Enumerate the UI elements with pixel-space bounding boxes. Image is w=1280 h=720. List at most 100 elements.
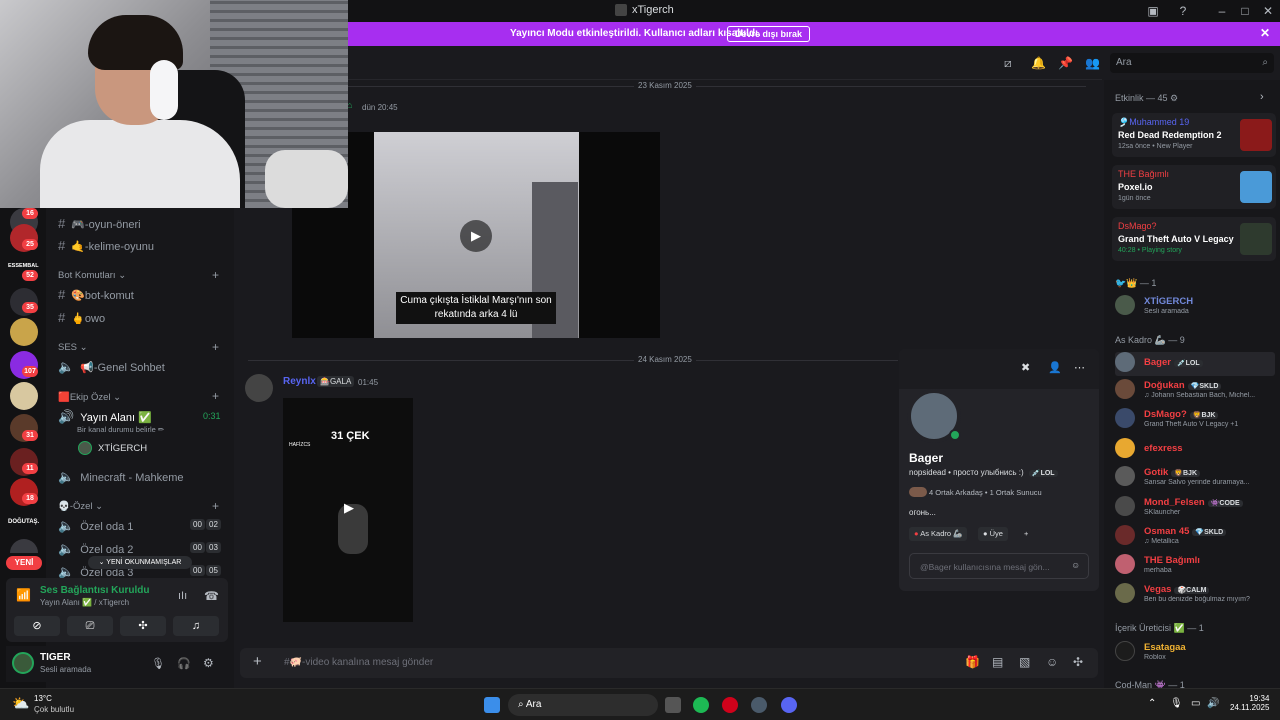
maximize-icon[interactable]: □ <box>1237 3 1253 19</box>
add-attachment-icon[interactable]: + <box>253 653 262 670</box>
new-unreads-button[interactable]: ⌄ YENİ OKUNMAMIŞLAR <box>88 556 192 569</box>
category-bot-komutlari[interactable]: Bot Komutları ⌄ <box>58 270 126 281</box>
video-attachment[interactable]: 31 ÇEK HAFİZCS ▶ <box>283 398 413 622</box>
search-input[interactable]: Ara ⌕ <box>1110 53 1274 73</box>
disable-streamer-mode-button[interactable]: Devre dışı bırak <box>727 26 811 42</box>
category-ozel[interactable]: 💀-Özel ⌄ <box>58 501 103 512</box>
member-item[interactable]: XTİGERCH Sesli aramada <box>1115 295 1275 319</box>
discord-icon[interactable] <box>781 697 797 713</box>
taskbar-search[interactable]: ⌕ Ara <box>508 694 658 716</box>
category-ekip-ozel[interactable]: 🟥Ekip Özel ⌄ <box>58 392 121 403</box>
mutual-info[interactable]: 4 Ortak Arkadaş • 1 Ortak Sunucu <box>929 488 1042 497</box>
activity-card[interactable]: 🎐Muhammed 19 Red Dead Redemption 2 12sa … <box>1112 113 1276 157</box>
member-item[interactable]: Doğukan 💎SKLD ♫ Johann Sebastian Bach, Mi… <box>1115 379 1275 403</box>
member-item[interactable]: Gotik 🦁BJK Sansar Salvo yerinde duramaya.… <box>1115 466 1275 490</box>
activity-header[interactable]: Etkinlik — 45 ⚙ <box>1115 93 1178 104</box>
add-channel-icon[interactable]: + <box>212 268 219 282</box>
hide-icon[interactable]: ✖ <box>1021 361 1030 374</box>
soundboard-button[interactable]: ♫ <box>173 616 219 636</box>
threads-icon[interactable]: ⧄ <box>1004 56 1012 71</box>
emoji-icon[interactable]: ☺ <box>1046 655 1058 669</box>
weather-temp[interactable]: 13°C <box>34 694 52 703</box>
voice-connected-title[interactable]: Ses Bağlantısı Kuruldu <box>40 585 149 596</box>
voice-user-name[interactable]: XTİGERCH <box>98 443 147 454</box>
headphones-icon[interactable]: 🎧 <box>177 657 191 670</box>
new-unreads-pill[interactable]: YENİ <box>6 556 42 570</box>
avatar[interactable] <box>245 374 273 402</box>
voice-connected-subtitle[interactable]: Yayın Alanı ✅ / xTigerch <box>40 598 129 607</box>
volume-icon[interactable]: 🔊 <box>1207 698 1219 709</box>
member-item[interactable]: THE Bağımlı merhaba <box>1115 554 1275 578</box>
member-item[interactable]: Esatagaa Roblox <box>1115 641 1275 665</box>
microphone-icon[interactable]: 🎙 <box>151 657 165 670</box>
text-channel[interactable]: # 🎨bot-komut <box>58 287 134 302</box>
inbox-icon[interactable]: ▣ <box>1145 3 1161 19</box>
voice-channel-active[interactable]: 🔊 Yayın Alanı ✅ <box>58 409 152 425</box>
server-icon[interactable] <box>10 318 38 346</box>
opera-icon[interactable] <box>722 697 738 713</box>
message-author[interactable]: Reynlx <box>283 376 316 387</box>
weather-icon[interactable]: ⛅ <box>12 695 29 712</box>
activities-button[interactable]: ✣ <box>120 616 166 636</box>
mic-tray-icon[interactable]: 🎙 <box>1170 698 1183 709</box>
video-title: 31 ÇEK <box>331 430 370 442</box>
member-item[interactable]: Bager 💉LOL <box>1115 352 1275 376</box>
member-item[interactable]: Vegas 🎲CALM Ben bu denizde boğulmaz mıyım… <box>1115 583 1275 607</box>
display-tray-icon[interactable]: ▭ <box>1191 698 1200 709</box>
play-icon[interactable]: ▶ <box>333 492 365 524</box>
profile-message-input[interactable]: @Bager kullanıcısına mesaj gön... ☺ <box>909 553 1089 579</box>
member-list-icon[interactable]: 👥 <box>1085 56 1100 70</box>
pin-icon[interactable]: 📌 <box>1058 56 1073 70</box>
task-view-icon[interactable] <box>665 697 681 713</box>
gift-icon[interactable]: 🎁 <box>965 655 980 669</box>
close-banner-icon[interactable]: ✕ <box>1260 26 1270 40</box>
add-role-button[interactable]: + <box>1019 527 1033 541</box>
server-icon[interactable] <box>10 382 38 410</box>
text-channel[interactable]: # 🖕owo <box>58 310 105 325</box>
add-friend-icon[interactable]: 👤 <box>1048 361 1062 374</box>
spotify-icon[interactable] <box>693 697 709 713</box>
steam-icon[interactable] <box>751 697 767 713</box>
text-channel[interactable]: # 🎮-oyun-öneri <box>58 216 141 231</box>
help-icon[interactable]: ? <box>1175 3 1191 19</box>
voice-channel[interactable]: 🔈 Özel oda 1 <box>58 518 133 534</box>
more-options-icon[interactable]: ⋯ <box>1074 361 1085 374</box>
sticker-icon[interactable]: ▧ <box>1019 655 1030 669</box>
weather-text[interactable]: Çok bulutlu <box>34 705 74 714</box>
noise-suppression-icon[interactable]: ıIı <box>178 590 187 602</box>
camera-off-button[interactable]: ⊘ <box>14 616 60 636</box>
settings-gear-icon[interactable]: ⚙ <box>203 656 214 670</box>
activity-card[interactable]: DsMago? Grand Theft Auto V Legacy 40:28 … <box>1112 217 1276 261</box>
chevron-right-icon[interactable]: › <box>1260 91 1264 103</box>
avatar[interactable] <box>12 652 34 674</box>
add-channel-icon[interactable]: + <box>212 499 219 513</box>
disconnect-icon[interactable]: ☎ <box>204 589 219 603</box>
signal-icon[interactable]: 📶 <box>16 588 31 602</box>
activity-card[interactable]: THE Bağımlı Poxel.io 1gün önce <box>1112 165 1276 209</box>
voice-channel[interactable]: 🔈 Özel oda 2 <box>58 541 133 557</box>
member-item[interactable]: Osman 45 💎SKLD ♫ Metallica <box>1115 525 1275 549</box>
text-channel[interactable]: # 🤙-kelime-oyunu <box>58 238 154 253</box>
member-item[interactable]: DsMago? 🦁BJK Grand Theft Auto V Legacy +1 <box>1115 408 1275 432</box>
member-item[interactable]: Mond_Felsen 👾CODE SKlauncher <box>1115 496 1275 520</box>
user-name[interactable]: TIGER <box>40 652 71 663</box>
emoji-icon[interactable]: ☺ <box>1071 560 1080 570</box>
voice-channel[interactable]: 🔈 📢-Genel Sohbet <box>58 359 165 375</box>
minimize-icon[interactable]: – <box>1214 3 1230 19</box>
start-icon[interactable] <box>484 697 500 713</box>
play-icon[interactable]: ▶ <box>460 220 492 252</box>
notification-bell-icon[interactable]: 🔔 <box>1031 56 1046 70</box>
gif-icon[interactable]: ▤ <box>992 655 1003 669</box>
server-icon[interactable] <box>10 539 38 553</box>
voice-channel[interactable]: 🔈 Minecraft - Mahkeme <box>58 469 184 485</box>
channel-status[interactable]: Bir kanal durumu belirle ✏ <box>77 425 164 434</box>
clock[interactable]: 19:34 24.11.2025 <box>1230 694 1269 712</box>
screen-share-button[interactable]: ⎚ <box>67 616 113 636</box>
category-ses[interactable]: SES ⌄ <box>58 342 88 353</box>
member-item[interactable]: efexress <box>1115 438 1275 462</box>
add-channel-icon[interactable]: + <box>212 389 219 403</box>
close-window-icon[interactable]: ✕ <box>1260 3 1276 19</box>
add-channel-icon[interactable]: + <box>212 340 219 354</box>
apps-icon[interactable]: ✣ <box>1073 655 1083 669</box>
chevron-up-icon[interactable]: ⌃ <box>1148 698 1156 709</box>
